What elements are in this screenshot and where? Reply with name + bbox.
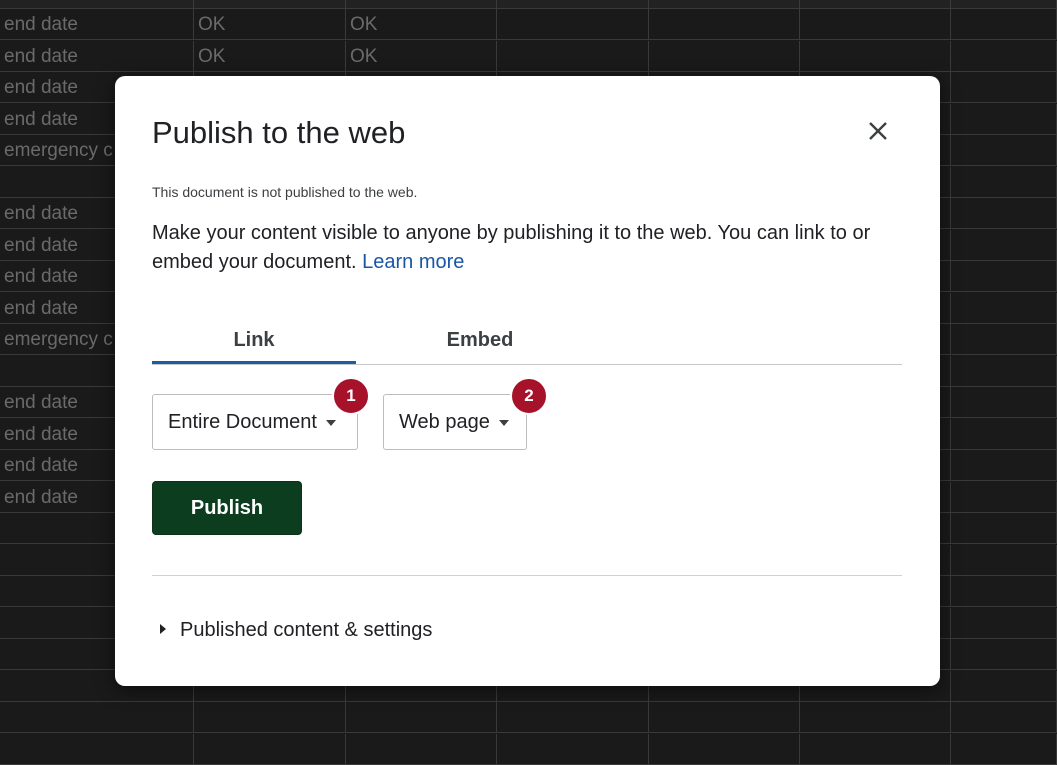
sheet-cell [951,230,1057,261]
close-icon [869,122,887,140]
sheet-cell [0,0,194,9]
sheet-cell [951,198,1057,229]
sheet-row: end date OK OK [0,9,1057,40]
publish-button[interactable]: Publish [152,481,302,535]
sheet-cell [951,104,1057,135]
sheet-cell [951,513,1057,544]
sheet-cell [649,734,800,765]
sheet-cell [951,261,1057,292]
sheet-cell [194,0,346,9]
description-text: Make your content visible to anyone by p… [152,222,871,273]
sheet-cell [497,41,649,72]
sheet-cell [497,734,649,765]
sheet-cell [951,0,1057,9]
format-value: Web page [399,411,490,433]
published-content-settings-label: Published content & settings [180,619,433,641]
sheet-cell [951,356,1057,387]
sheet-cell [951,576,1057,607]
sheet-cell [497,0,649,9]
sheet-cell [800,41,951,72]
document-scope-value: Entire Document [168,411,317,433]
sheet-cell [951,387,1057,418]
publish-status-text: This document is not published to the we… [152,184,418,200]
sheet-cell [0,702,194,733]
sheet-cell [951,167,1057,198]
learn-more-link[interactable]: Learn more [362,251,464,273]
sheet-cell [497,9,649,40]
sheet-cell [346,0,497,9]
divider [152,575,902,576]
sheet-cell [649,41,800,72]
expand-arrow-icon [160,623,166,634]
sheet-cell [951,293,1057,324]
sheet-cell [0,734,194,765]
sheet-row: end date OK OK [0,41,1057,72]
sheet-cell [497,702,649,733]
sheet-cell [951,639,1057,670]
sheet-cell [951,608,1057,639]
sheet-cell: OK [346,41,497,72]
sheet-cell: OK [194,9,346,40]
step-badge-2: 2 [510,377,548,415]
step-badge-1: 1 [332,377,370,415]
sheet-cell: end date [0,41,194,72]
sheet-cell [951,324,1057,355]
sheet-cell [951,135,1057,166]
sheet-row [0,702,1057,733]
sheet-cell [346,734,497,765]
description: Make your content visible to anyone by p… [152,219,902,277]
sheet-cell [951,734,1057,765]
sheet-row [0,734,1057,765]
sheet-cell: OK [346,9,497,40]
dialog-title: Publish to the web [152,115,406,150]
sheet-cell [951,545,1057,576]
published-content-settings-toggle[interactable]: Published content & settings [160,616,432,644]
close-button[interactable] [863,116,893,146]
sheet-cell [800,734,951,765]
sheet-cell [649,0,800,9]
tab-link[interactable]: Link [152,324,356,364]
sheet-cell [194,734,346,765]
dropdown-arrow-icon [498,419,509,426]
sheet-cell [346,702,497,733]
sheet-cell: end date [0,9,194,40]
sheet-cell [194,702,346,733]
sheet-cell [951,9,1057,40]
sheet-row [0,0,1057,9]
document-scope-dropdown[interactable]: Entire Document [152,394,358,450]
sheet-cell [951,702,1057,733]
dropdown-arrow-icon [325,419,336,426]
sheet-cell [951,482,1057,513]
sheet-cell [951,41,1057,72]
sheet-cell [800,9,951,40]
sheet-cell [951,450,1057,481]
sheet-cell [649,9,800,40]
sheet-cell [951,72,1057,103]
format-dropdown[interactable]: Web page [383,394,527,450]
sheet-cell [951,419,1057,450]
tab-embed[interactable]: Embed [378,324,582,362]
tab-bar: Link Embed [152,324,902,365]
sheet-cell [800,0,951,9]
sheet-cell [649,702,800,733]
sheet-cell [800,702,951,733]
publish-to-web-dialog: Publish to the web This document is not … [115,76,940,686]
sheet-cell [951,671,1057,702]
sheet-cell: OK [194,41,346,72]
